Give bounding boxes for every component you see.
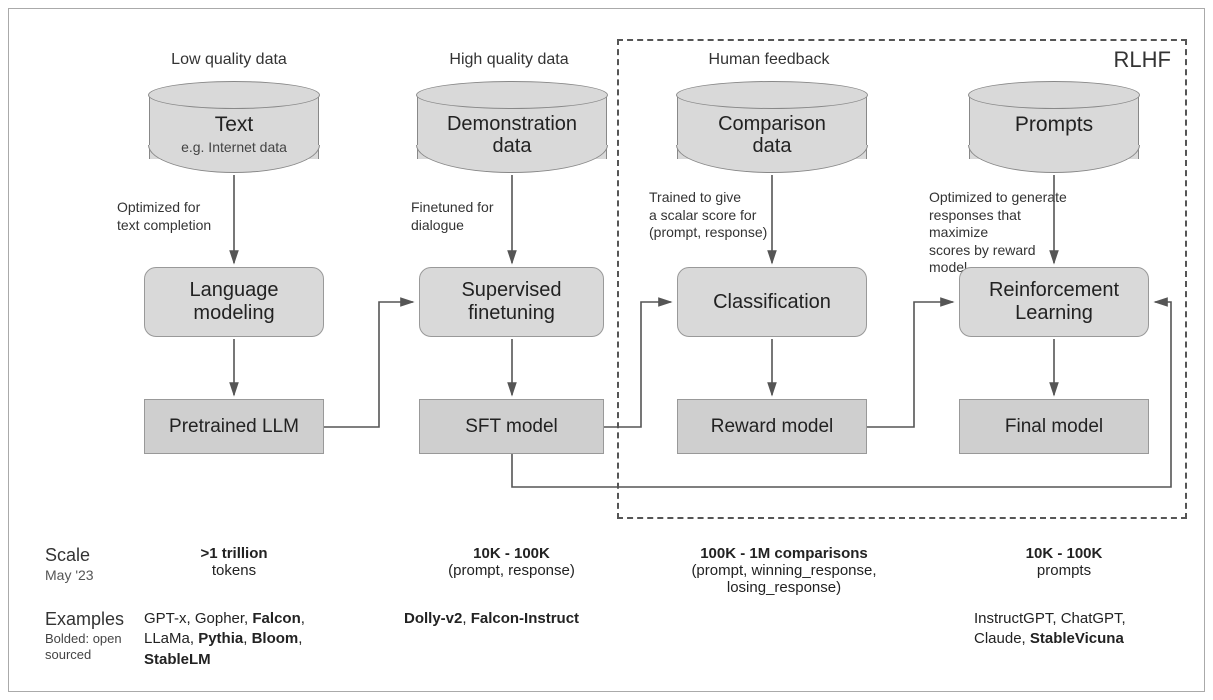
procbox-lm: Languagemodeling — [144, 267, 324, 337]
cylinder-comparison: Comparisondata — [677, 95, 867, 159]
examples-col2: Dolly-v2, Falcon-Instruct — [404, 609, 624, 629]
outbox-final: Final model — [959, 399, 1149, 454]
cyl3-title: Comparisondata — [677, 113, 867, 157]
rlhf-label: RLHF — [1114, 47, 1171, 73]
procbox-rl: ReinforcementLearning — [959, 267, 1149, 337]
scale-date: May '23 — [45, 567, 94, 583]
examples-col4: InstructGPT, ChatGPT,Claude, StableVicun… — [974, 609, 1174, 650]
arrowlabel-2: Finetuned fordialogue — [411, 199, 511, 234]
arrowlabel-3: Trained to givea scalar score for(prompt… — [649, 189, 779, 242]
examples-label: Examples — [45, 609, 124, 630]
outbox-sftmodel: SFT model — [419, 399, 604, 454]
scale-col3: 100K - 1M comparisons(prompt, winning_re… — [634, 545, 934, 596]
cyl2-title: Demonstrationdata — [417, 113, 607, 157]
scale-label: Scale — [45, 545, 90, 566]
scale-col4: 10K - 100Kprompts — [979, 545, 1149, 579]
procbox-sft: Supervisedfinetuning — [419, 267, 604, 337]
examples-col1: GPT-x, Gopher, Falcon,LLaMa, Pythia, Blo… — [144, 609, 354, 670]
scale-col1: >1 trilliontokens — [144, 545, 324, 579]
caption-col2: High quality data — [409, 51, 609, 69]
cyl4-title: Prompts — [969, 113, 1139, 137]
caption-col1: Low quality data — [129, 51, 329, 69]
outbox-reward: Reward model — [677, 399, 867, 454]
arrowlabel-1: Optimized fortext completion — [117, 199, 227, 234]
cyl1-title: Text — [149, 113, 319, 137]
procbox-classification: Classification — [677, 267, 867, 337]
cylinder-demo: Demonstrationdata — [417, 95, 607, 159]
cylinder-prompts: Prompts — [969, 95, 1139, 159]
cylinder-text: Text e.g. Internet data — [149, 95, 319, 159]
caption-col3: Human feedback — [669, 51, 869, 69]
arrowlabel-4: Optimized to generateresponses that maxi… — [929, 189, 1069, 277]
scale-col2: 10K - 100K(prompt, response) — [419, 545, 604, 579]
diagram-canvas: RLHF Low quality data High quality data … — [8, 8, 1205, 692]
examples-note: Bolded: opensourced — [45, 631, 122, 662]
outbox-pretrained: Pretrained LLM — [144, 399, 324, 454]
cyl1-sub: e.g. Internet data — [149, 139, 319, 155]
